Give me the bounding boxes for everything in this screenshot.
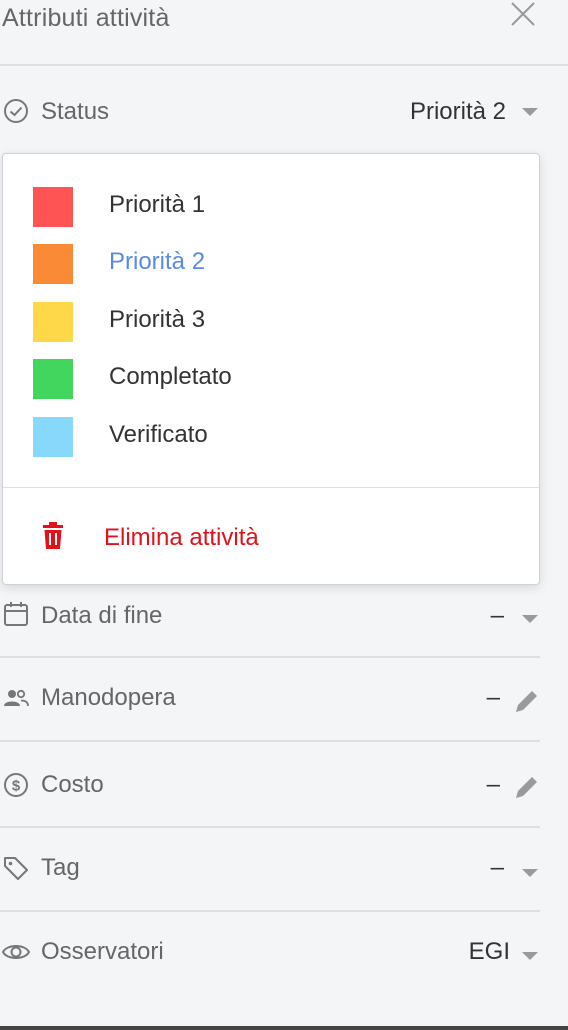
status-option-priority-2[interactable]: Priorità 2 xyxy=(3,235,539,292)
status-option-priority-3[interactable]: Priorità 3 xyxy=(3,293,539,350)
option-label: Priorità 2 xyxy=(109,248,206,275)
observers-label: Osservatori xyxy=(41,938,164,965)
observers-row[interactable]: Osservatori EGI xyxy=(0,912,540,996)
cost-label: Costo xyxy=(41,771,104,798)
bottom-border xyxy=(0,1026,568,1030)
tag-row[interactable]: Tag – xyxy=(0,828,540,912)
option-label: Verificato xyxy=(109,421,208,448)
people-icon xyxy=(4,689,29,707)
tag-icon xyxy=(4,857,28,880)
delete-activity-label: Elimina attività xyxy=(104,524,259,551)
panel-title: Attributi attività xyxy=(2,4,170,32)
labor-row[interactable]: Manodopera – xyxy=(0,658,540,742)
cost-row[interactable]: $ Costo – xyxy=(0,742,540,828)
color-swatch xyxy=(33,187,73,227)
labor-label: Manodopera xyxy=(41,684,176,711)
option-label: Priorità 1 xyxy=(109,191,206,218)
chevron-down-icon[interactable] xyxy=(522,869,538,877)
dropdown-divider xyxy=(3,487,539,488)
close-button[interactable] xyxy=(505,0,541,34)
check-circle-icon xyxy=(4,99,28,123)
color-swatch xyxy=(33,417,73,457)
status-dropdown: Priorità 1 Priorità 2 Priorità 3 Complet… xyxy=(2,153,540,585)
status-row[interactable]: Status Priorità 2 xyxy=(0,68,540,152)
status-value[interactable]: Priorità 2 xyxy=(410,98,506,126)
status-option-completed[interactable]: Completato xyxy=(3,350,539,407)
option-label: Completato xyxy=(109,363,232,390)
panel-header: Attributi attività xyxy=(0,0,568,66)
chevron-down-icon[interactable] xyxy=(522,952,538,960)
chevron-down-icon[interactable] xyxy=(522,108,538,116)
color-swatch xyxy=(33,244,73,284)
tag-value[interactable]: – xyxy=(491,854,504,882)
status-option-priority-1[interactable]: Priorità 1 xyxy=(3,178,539,235)
end-date-value[interactable]: – xyxy=(491,602,504,630)
end-date-label: Data di fine xyxy=(41,602,163,629)
close-icon xyxy=(511,2,535,26)
pencil-icon[interactable] xyxy=(512,686,542,716)
option-label: Priorità 3 xyxy=(109,306,206,333)
pencil-icon[interactable] xyxy=(512,772,542,802)
calendar-icon xyxy=(4,602,28,626)
color-swatch xyxy=(33,359,73,399)
status-label: Status xyxy=(41,98,110,125)
observers-value[interactable]: EGI xyxy=(469,938,510,966)
tag-label: Tag xyxy=(41,854,80,881)
delete-activity-button[interactable]: Elimina attività xyxy=(3,504,539,572)
dollar-circle-icon: $ xyxy=(4,773,28,797)
color-swatch xyxy=(33,302,73,342)
chevron-down-icon[interactable] xyxy=(522,615,538,623)
end-date-row[interactable]: Data di fine – xyxy=(0,574,540,658)
eye-icon xyxy=(2,945,30,959)
svg-text:$: $ xyxy=(12,778,21,795)
trash-icon xyxy=(43,522,63,549)
labor-value: – xyxy=(486,684,500,711)
cost-value: – xyxy=(486,771,500,798)
status-option-verified[interactable]: Verificato xyxy=(3,408,539,465)
